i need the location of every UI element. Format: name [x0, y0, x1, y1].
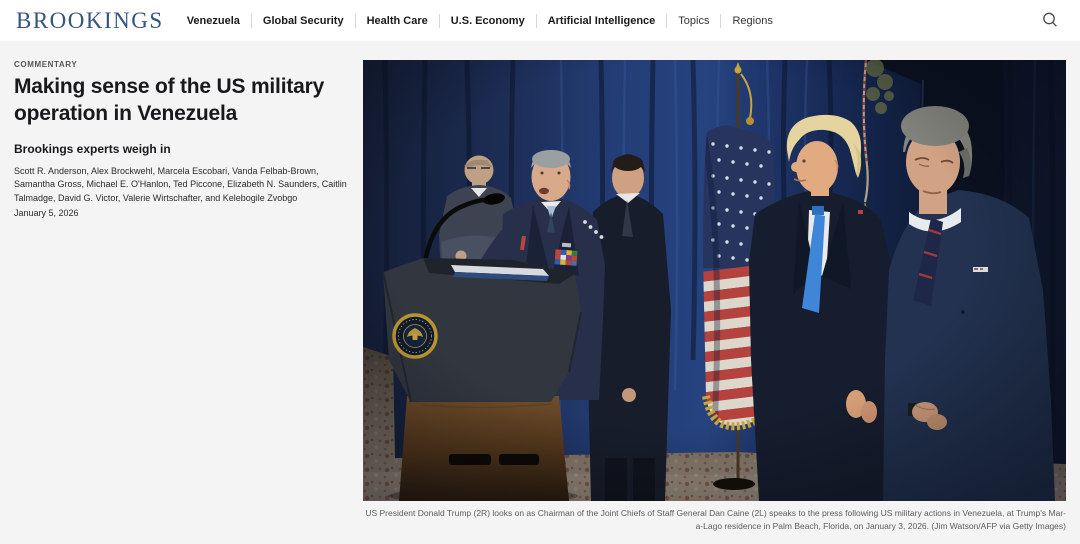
author-byline: Scott R. Anderson, Alex Brockwehl, Marce…: [14, 165, 359, 206]
nav-item-health-care[interactable]: Health Care: [356, 14, 440, 28]
nav-item-us-economy[interactable]: U.S. Economy: [440, 14, 537, 28]
nav-item-regions[interactable]: Regions: [721, 14, 783, 28]
article-subtitle: Brookings experts weigh in: [14, 142, 356, 156]
nav-item-venezuela[interactable]: Venezuela: [176, 14, 252, 28]
publish-date: January 5, 2026: [14, 208, 356, 218]
nav-item-topics[interactable]: Topics: [667, 14, 721, 28]
hero-photo: [363, 60, 1066, 501]
site-header: BROOKINGS Venezuela Global Security Heal…: [0, 0, 1080, 41]
brookings-logo[interactable]: BROOKINGS: [16, 8, 164, 34]
article-header: COMMENTARY Making sense of the US milita…: [14, 60, 356, 218]
main-nav: Venezuela Global Security Health Care U.…: [176, 13, 784, 28]
nav-item-global-security[interactable]: Global Security: [252, 14, 356, 28]
photo-caption: US President Donald Trump (2R) looks on …: [363, 507, 1066, 533]
content-type-eyebrow: COMMENTARY: [14, 60, 356, 69]
nav-item-artificial-intelligence[interactable]: Artificial Intelligence: [537, 14, 668, 28]
press-conference-illustration: [363, 60, 1066, 501]
search-icon[interactable]: [1040, 10, 1060, 30]
page-title: Making sense of the US military operatio…: [14, 74, 349, 128]
article-page: COMMENTARY Making sense of the US milita…: [0, 41, 1080, 544]
